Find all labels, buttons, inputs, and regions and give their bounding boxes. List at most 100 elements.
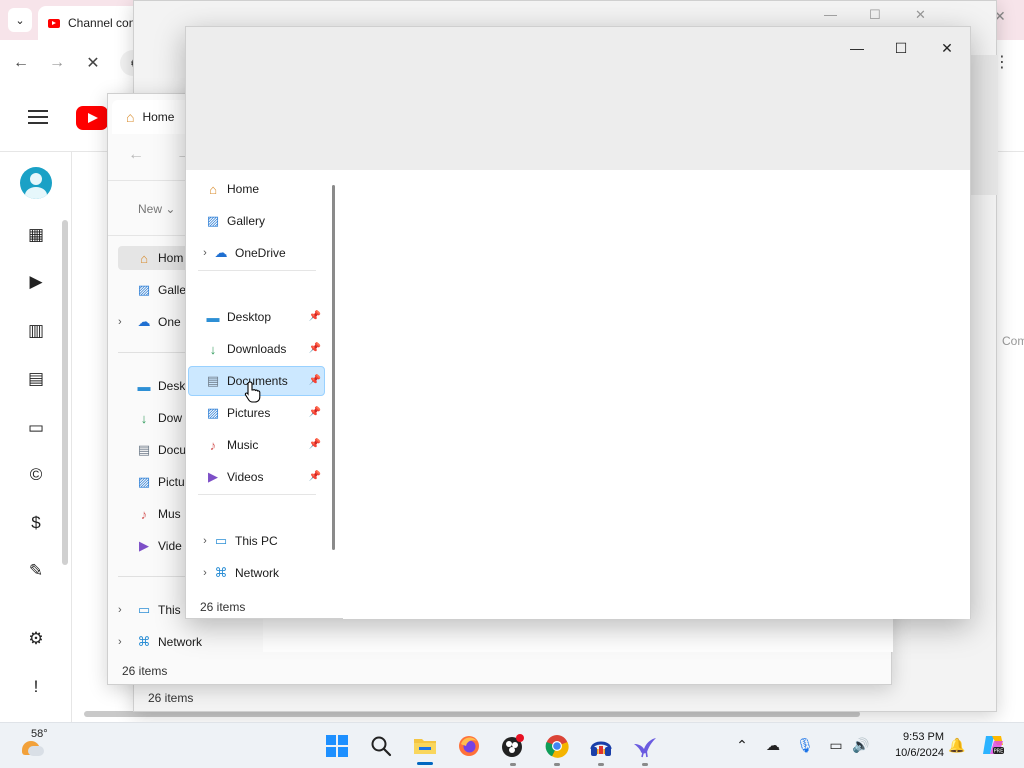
feedback-icon[interactable]: ! xyxy=(24,675,48,699)
navigation-scrollbar[interactable] xyxy=(332,185,335,550)
chevron-right-icon[interactable]: › xyxy=(197,247,213,259)
pin-icon: 📌 xyxy=(308,375,321,386)
videos-icon: ▶ xyxy=(139,538,149,553)
music-icon: ♪ xyxy=(140,506,148,522)
nav-item-label: Desktop xyxy=(227,310,272,324)
chevron-up-icon[interactable]: ⌃ xyxy=(732,735,752,755)
maximize-icon: ☐ xyxy=(894,39,908,56)
content-pane xyxy=(343,170,970,619)
file-explorer-taskbar-button[interactable] xyxy=(410,731,440,761)
pin-icon: 📌 xyxy=(308,407,321,418)
downloads-icon: ↓ xyxy=(209,341,217,357)
chrome-taskbar-button[interactable] xyxy=(542,731,572,761)
youtube-logo[interactable] xyxy=(76,106,108,130)
nav-item-home[interactable]: ⌂ Home xyxy=(188,174,325,204)
taskbar: 58° ⌃ ☁ 🎙 ▭ 🔊 9:53 PM 10/6/2024 🔔 PRE xyxy=(0,722,1024,768)
nav-item-desktop[interactable]: ▬ Desktop 📌 xyxy=(188,302,325,332)
file-explorer-window[interactable]: — ☐ ✕ ⌂ Home ▨ Gallery › ☁ OneDrive ▬ Desktop 📌 ↓ D… xyxy=(185,26,971,619)
status-bar-text: 26 items xyxy=(200,600,246,614)
nav-item-label: Home xyxy=(227,182,260,196)
column-header-partial: Com xyxy=(1002,334,1024,348)
dashboard-icon[interactable]: ▦ xyxy=(24,223,48,247)
headphones-app-taskbar-button[interactable] xyxy=(586,731,616,761)
side-rail-scrollbar[interactable] xyxy=(62,220,68,565)
bird-app-taskbar-button[interactable] xyxy=(630,731,660,761)
onedrive-icon: ☁ xyxy=(214,245,228,260)
onedrive-icon: ☁ xyxy=(137,314,151,329)
nav-item-music[interactable]: ♪ Music 📌 xyxy=(188,430,325,460)
copyright-icon[interactable]: © xyxy=(24,463,48,487)
active-app-indicator xyxy=(417,762,433,765)
back-icon[interactable]: ← xyxy=(10,52,32,74)
nav-item-videos[interactable]: ▶ Videos 📌 xyxy=(188,462,325,492)
nav-item-network[interactable]: › ⌘ Network xyxy=(188,558,325,588)
nav-item-label: This xyxy=(158,603,181,617)
copilot-icon[interactable]: PRE xyxy=(980,732,1006,758)
nav-item-label: Mus xyxy=(158,507,181,521)
chevron-right-icon[interactable]: › xyxy=(118,636,130,648)
maximize-button[interactable]: ☐ xyxy=(878,33,924,63)
nav-item-onedrive[interactable]: › ☁ OneDrive xyxy=(188,238,325,268)
minimize-button[interactable]: — xyxy=(834,33,880,63)
close-button[interactable]: ✕ xyxy=(924,33,970,63)
chevron-right-icon[interactable]: › xyxy=(118,604,130,616)
svg-text:PRE: PRE xyxy=(994,749,1004,755)
volume-icon[interactable]: 🔊 xyxy=(851,735,871,755)
chevron-right-icon[interactable]: › xyxy=(118,316,130,328)
nav-item-this-pc[interactable]: › ▭ This PC xyxy=(188,526,325,556)
notification-bell-icon[interactable]: 🔔 xyxy=(947,735,967,755)
maximize-icon[interactable]: ☐ xyxy=(869,7,881,23)
this-pc-icon: ▭ xyxy=(214,533,228,548)
search-button[interactable] xyxy=(366,731,396,761)
chrome-icon xyxy=(545,735,569,758)
nav-item-network[interactable]: › ⌘ Network xyxy=(118,630,258,654)
firefox-taskbar-button[interactable] xyxy=(454,731,484,761)
nav-item-gallery[interactable]: ▨ Gallery xyxy=(188,206,325,236)
firefox-icon xyxy=(459,736,479,756)
back-icon[interactable]: ← xyxy=(128,146,144,164)
new-button[interactable]: New ⌄ xyxy=(138,202,175,216)
start-button[interactable] xyxy=(322,731,352,761)
nav-divider xyxy=(198,494,316,495)
settings-icon[interactable]: ⚙ xyxy=(24,627,48,651)
window-header: — ☐ ✕ xyxy=(186,27,970,170)
bird-app-icon xyxy=(634,738,656,758)
desktop-icon: ▬ xyxy=(137,378,151,394)
avatar[interactable] xyxy=(20,167,52,199)
microphone-icon[interactable]: 🎙 xyxy=(795,735,815,755)
comments-icon[interactable]: ▤ xyxy=(24,367,48,391)
stop-loading-icon[interactable]: ✕ xyxy=(82,52,104,74)
clock[interactable]: 9:53 PM 10/6/2024 xyxy=(880,729,944,761)
music-icon: ♪ xyxy=(209,437,217,453)
content-icon[interactable]: ▶ xyxy=(24,270,48,294)
temperature: 58° xyxy=(31,728,48,740)
menu-icon[interactable] xyxy=(28,110,48,124)
pictures-icon: ▨ xyxy=(137,474,151,489)
minimize-icon[interactable]: — xyxy=(824,7,837,22)
nav-item-label: Music xyxy=(227,438,259,452)
start-icon xyxy=(326,735,348,757)
analytics-icon[interactable]: ▥ xyxy=(24,319,48,343)
nav-divider xyxy=(198,270,316,271)
chevron-right-icon[interactable]: › xyxy=(197,535,213,547)
pictures-icon: ▨ xyxy=(206,405,220,420)
file-explorer-icon xyxy=(414,739,436,754)
close-icon[interactable]: ✕ xyxy=(915,7,926,23)
network-status-icon[interactable]: ☁ xyxy=(763,735,783,755)
earn-icon[interactable]: $ xyxy=(24,511,48,535)
forward-icon[interactable]: → xyxy=(46,52,68,74)
tab-title: Home xyxy=(142,110,175,124)
nav-item-downloads[interactable]: ↓ Downloads 📌 xyxy=(188,334,325,364)
this-pc-icon: ▭ xyxy=(137,602,151,617)
display-icon[interactable]: ▭ xyxy=(826,735,846,755)
nav-item-label: This PC xyxy=(235,534,278,548)
running-app-indicator xyxy=(554,763,560,766)
home-icon: ⌂ xyxy=(140,250,148,266)
tab-list-button[interactable]: ⌄ xyxy=(8,8,32,32)
videos-icon: ▶ xyxy=(208,469,218,484)
obs-taskbar-button[interactable] xyxy=(498,731,528,761)
customization-icon[interactable]: ✎ xyxy=(24,559,48,583)
obs-icon xyxy=(502,734,524,757)
subtitles-icon[interactable]: ▭ xyxy=(24,416,48,440)
chevron-right-icon[interactable]: › xyxy=(197,567,213,579)
